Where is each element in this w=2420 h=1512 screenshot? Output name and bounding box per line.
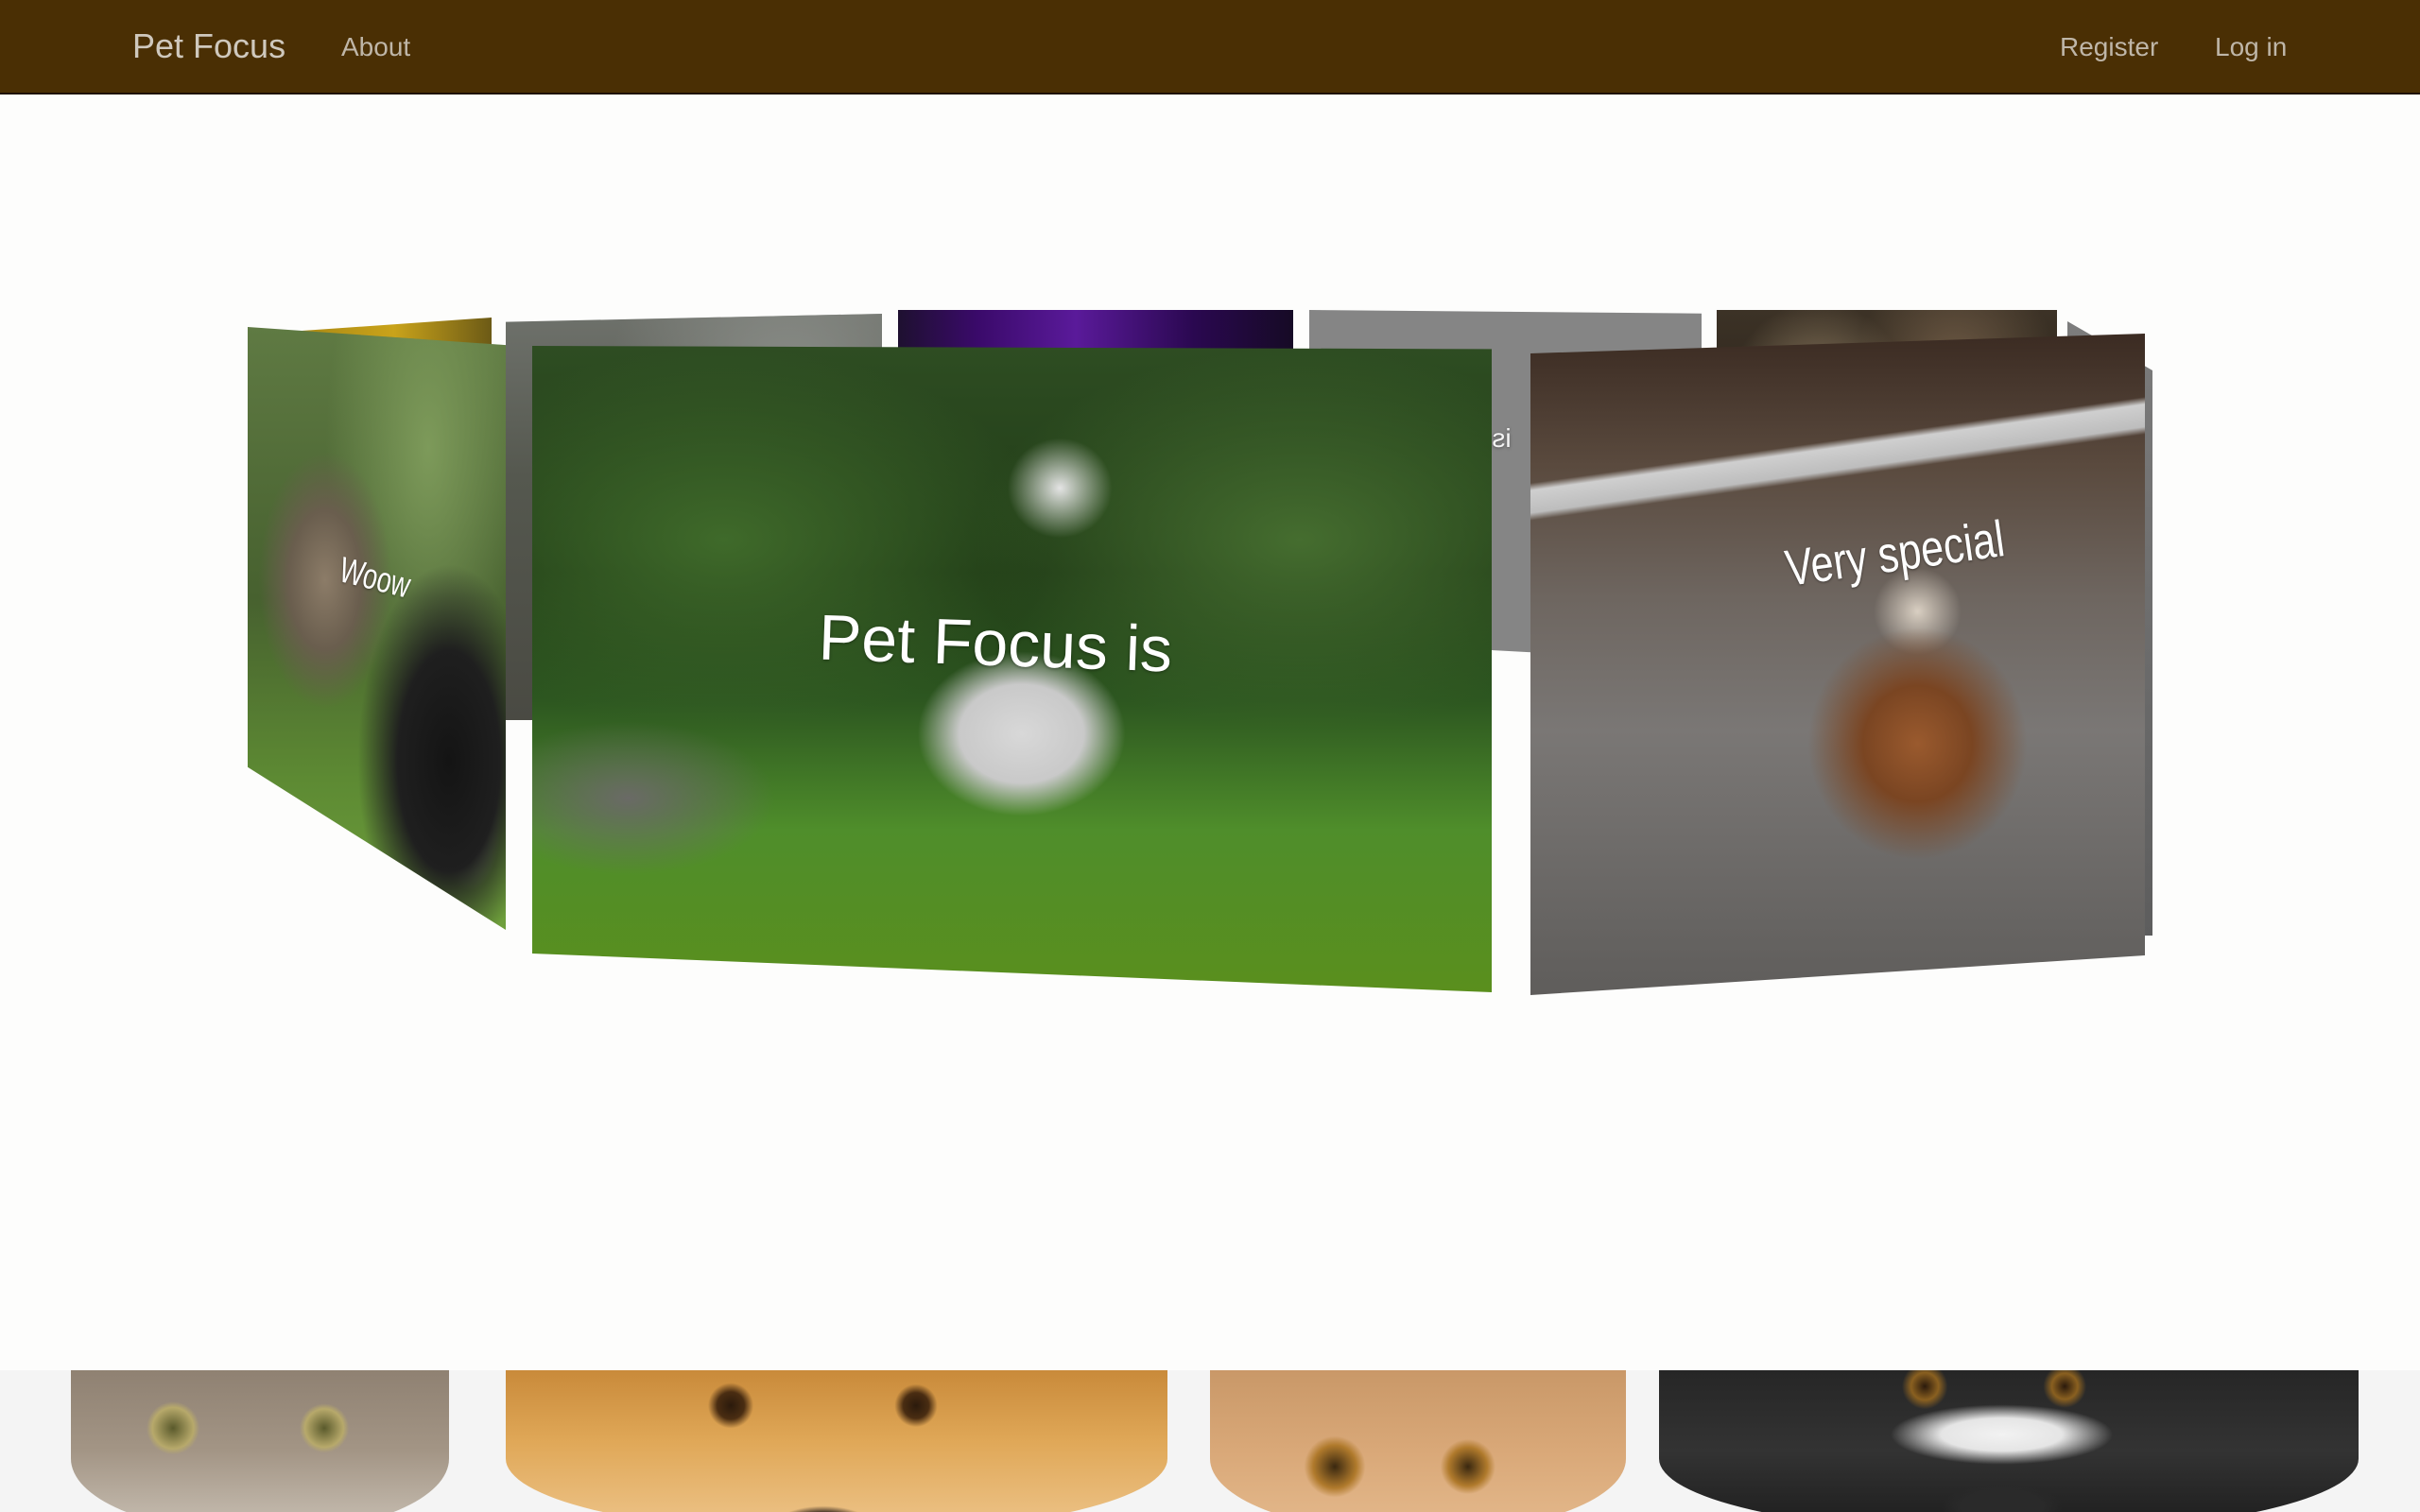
nav-about-link[interactable]: About [341,32,410,62]
golden-retriever-image [506,1370,1167,1512]
top-navbar: Pet Focus About Register Log in [0,0,2420,94]
carousel-stage[interactable]: is g Woow Pet Focus is Very special [0,94,2420,1370]
tabby-cat-image [71,1370,449,1512]
orange-cat-image [1210,1370,1626,1512]
brand-link[interactable]: Pet Focus [132,26,285,66]
slide-caption: Very special [1782,510,2009,597]
carousel-slide-left[interactable]: Woow [248,327,506,930]
black-white-dog-image [1659,1370,2359,1512]
nav-register-link[interactable]: Register [2060,32,2158,62]
carousel-slide-front[interactable]: Pet Focus is [532,346,1492,992]
carousel-slide-right[interactable]: Very special [1530,334,2145,995]
pets-banner [0,1370,2420,1512]
slide-caption: Woow [335,550,415,607]
nav-login-link[interactable]: Log in [2215,32,2287,62]
slide-caption: Pet Focus is [817,601,1174,686]
